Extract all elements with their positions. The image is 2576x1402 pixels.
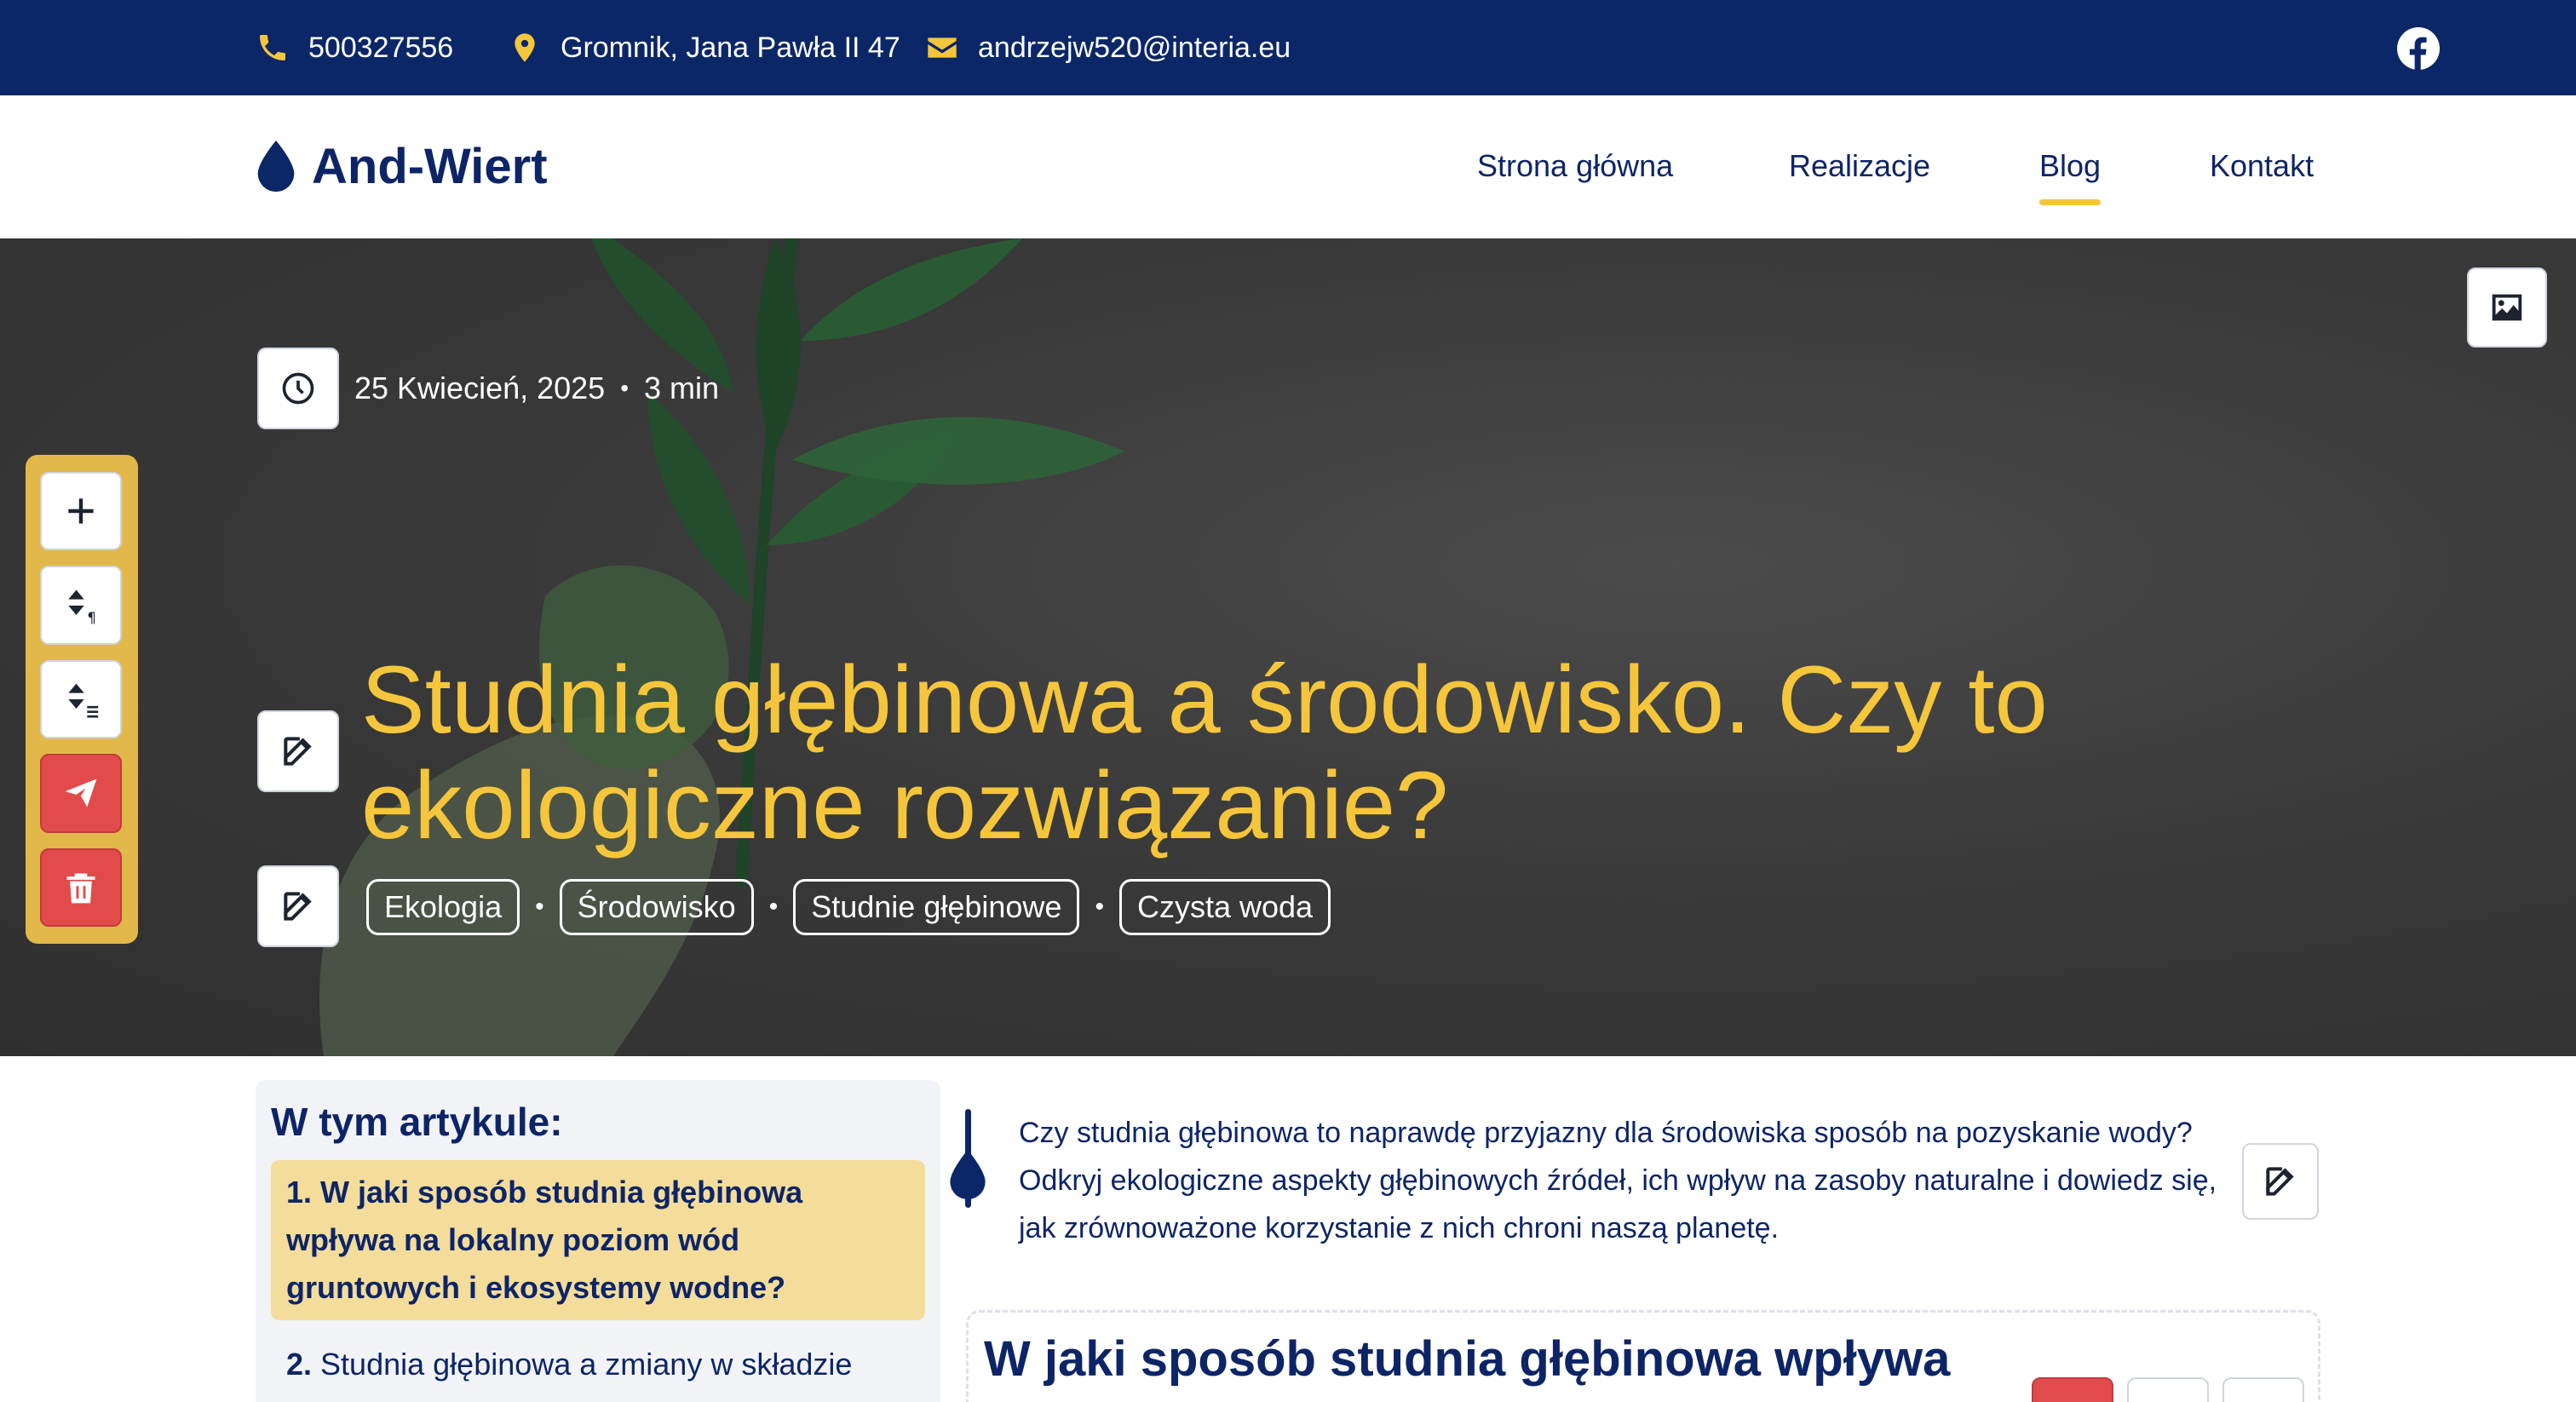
post-title: Studnia głębinowa a środowisko. Czy to e… bbox=[361, 646, 2048, 859]
intro-text: Czy studnia głębinowa to naprawdę przyja… bbox=[1019, 1117, 2217, 1244]
hero-banner: 25 Kwiecień, 2025 • 3 min Studnia głębin… bbox=[0, 238, 2576, 1056]
add-block-button[interactable] bbox=[40, 472, 122, 551]
section-delete-button[interactable] bbox=[2032, 1377, 2113, 1402]
toc-item[interactable]: 2. Studnia głębinowa a zmiany w składzie bbox=[271, 1332, 925, 1397]
nav-realizations[interactable]: Realizacje bbox=[1789, 148, 1930, 184]
section-move-button[interactable] bbox=[2127, 1377, 2209, 1402]
table-of-contents: W tym artykule: 1. W jaki sposób studnia… bbox=[256, 1080, 940, 1402]
edit-icon bbox=[2266, 1167, 2294, 1196]
editor-toolbar: ¶ bbox=[26, 455, 138, 944]
section-edit-button[interactable] bbox=[2222, 1377, 2304, 1402]
nav-home[interactable]: Strona główna bbox=[1477, 148, 1673, 184]
reading-time: 3 min bbox=[644, 371, 720, 405]
email-text: andrzejw520@interia.eu bbox=[978, 31, 1291, 64]
section-heading: W jaki sposób studnia głębinowa wpływa n… bbox=[984, 1331, 1951, 1402]
clock-icon bbox=[282, 372, 314, 405]
phone-icon bbox=[260, 35, 285, 60]
toc-item-text: W jaki sposób studnia głębinowa wpływa n… bbox=[286, 1175, 803, 1305]
phone-number: 500327556 bbox=[308, 31, 454, 64]
edit-date-button[interactable] bbox=[257, 348, 339, 429]
nav-contact[interactable]: Kontakt bbox=[2210, 148, 2314, 184]
plus-icon bbox=[68, 498, 94, 524]
article-section: W jaki sposób studnia głębinowa wpływa n… bbox=[966, 1310, 2320, 1402]
envelope-icon bbox=[928, 37, 957, 58]
edit-title-button[interactable] bbox=[257, 710, 339, 792]
toc-item-number: 1. bbox=[286, 1175, 313, 1210]
contact-phone[interactable]: 500327556 bbox=[256, 0, 453, 95]
toc-item[interactable]: 1. W jaki sposób studnia głębinowa wpływ… bbox=[271, 1160, 925, 1320]
water-drop-icon bbox=[257, 140, 295, 192]
meta-separator: • bbox=[620, 375, 630, 401]
post-meta: 25 Kwiecień, 2025 • 3 min bbox=[257, 348, 719, 429]
toc-item-text: Studnia głębinowa a zmiany w składzie bbox=[320, 1347, 853, 1382]
site-header: And-Wiert Strona główna Realizacje Blog … bbox=[0, 95, 2576, 238]
sort-list-icon bbox=[68, 683, 99, 718]
post-date: 25 Kwiecień, 2025 bbox=[354, 371, 606, 405]
edit-icon bbox=[284, 892, 312, 921]
tag-separator: • bbox=[768, 893, 779, 921]
brand-logo[interactable]: And-Wiert bbox=[256, 138, 548, 195]
sort-paragraph-icon: ¶ bbox=[68, 589, 96, 624]
post-tags: Ekologia • Środowisko • Studnie głębinow… bbox=[366, 879, 1331, 935]
toc-heading: W tym artykule: bbox=[271, 1100, 563, 1144]
tag[interactable]: Studnie głębinowe bbox=[793, 879, 1080, 935]
tag[interactable]: Ekologia bbox=[366, 879, 520, 935]
tag-separator: • bbox=[535, 893, 544, 921]
tag-separator: • bbox=[1095, 893, 1104, 921]
publish-button[interactable] bbox=[40, 754, 122, 833]
toc-item-number: 2. bbox=[286, 1347, 313, 1382]
trash-icon bbox=[66, 873, 95, 904]
tag[interactable]: Środowisko bbox=[559, 879, 754, 935]
reorder-paragraph-button[interactable]: ¶ bbox=[40, 566, 122, 645]
brand-name: And-Wiert bbox=[312, 139, 548, 194]
address-text: Gromnik, Jana Pawła II 47 bbox=[561, 31, 900, 64]
map-pin-icon bbox=[515, 33, 535, 62]
image-icon bbox=[2492, 294, 2522, 321]
reorder-list-button[interactable] bbox=[40, 659, 122, 739]
change-image-button[interactable] bbox=[2467, 267, 2547, 348]
tag[interactable]: Czysta woda bbox=[1118, 879, 1331, 935]
contact-address[interactable]: Gromnik, Jana Pawła II 47 bbox=[508, 0, 900, 95]
delete-button[interactable] bbox=[40, 848, 122, 928]
water-drop-icon bbox=[950, 1150, 986, 1200]
edit-intro-button[interactable] bbox=[2242, 1143, 2319, 1220]
edit-icon bbox=[284, 737, 312, 766]
contact-bar: 500327556 Gromnik, Jana Pawła II 47 andr… bbox=[0, 0, 2576, 95]
svg-text:¶: ¶ bbox=[87, 610, 96, 624]
paper-plane-icon bbox=[65, 779, 97, 807]
facebook-icon[interactable] bbox=[2397, 27, 2440, 70]
edit-tags-button[interactable] bbox=[257, 865, 339, 947]
contact-email[interactable]: andrzejw520@interia.eu bbox=[925, 0, 1291, 95]
nav-blog[interactable]: Blog bbox=[2039, 148, 2102, 205]
